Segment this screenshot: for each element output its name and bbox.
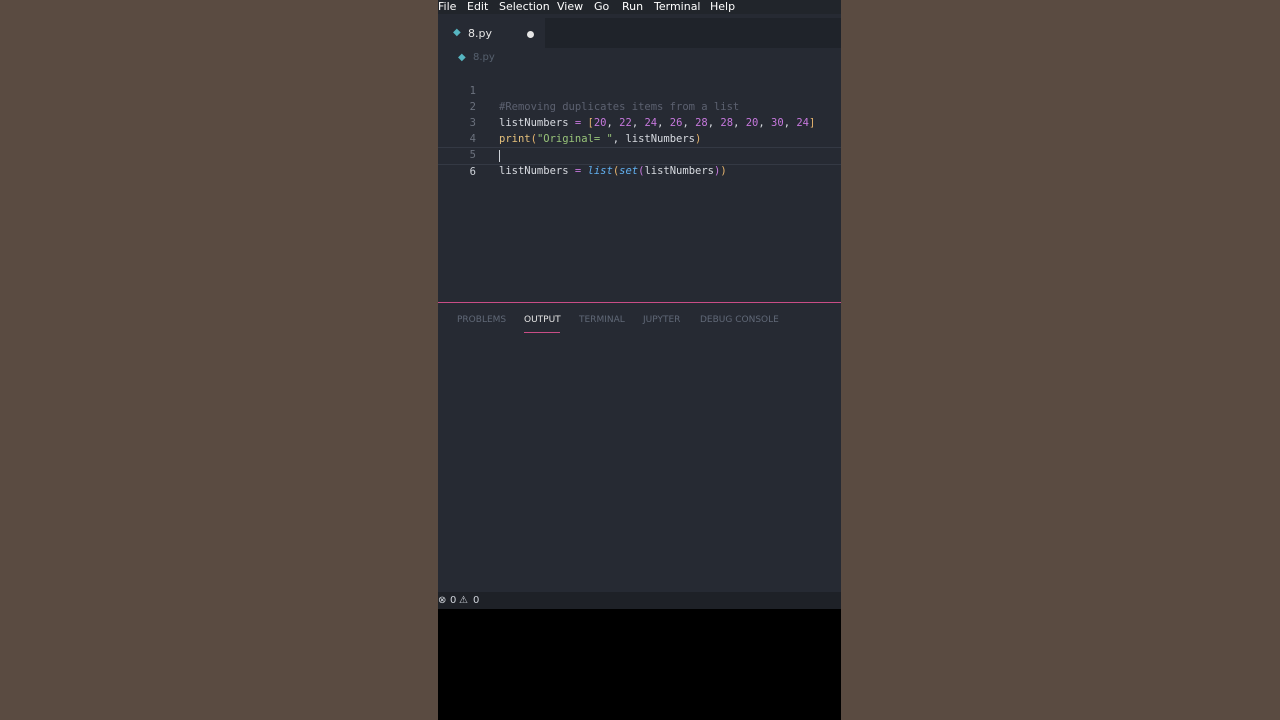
error-icon[interactable]: ⊗ xyxy=(438,592,446,609)
code-line[interactable]: 5 listNumbers = list(set(listNumbers)) xyxy=(438,131,841,177)
code-line[interactable]: 4 xyxy=(438,115,841,145)
menu-selection[interactable]: Selection xyxy=(499,0,550,13)
python-file-icon: ◆ xyxy=(458,52,466,63)
tab-filename: 8.py xyxy=(468,27,492,40)
text-cursor xyxy=(499,150,500,162)
menu-edit[interactable]: Edit xyxy=(467,0,488,13)
tab-output[interactable]: OUTPUT xyxy=(524,315,561,325)
bottom-panel: PROBLEMS OUTPUT TERMINAL JUPYTER DEBUG C… xyxy=(438,302,841,593)
warning-icon[interactable]: ⚠ xyxy=(459,592,468,609)
editor-tab-8py[interactable]: ◆ 8.py xyxy=(438,18,545,48)
tab-debug-console[interactable]: DEBUG CONSOLE xyxy=(700,315,779,325)
editor-tab-bar: ◆ 8.py xyxy=(438,18,841,48)
tab-problems[interactable]: PROBLEMS xyxy=(457,315,506,325)
tab-terminal[interactable]: TERMINAL xyxy=(579,315,625,325)
code-line[interactable]: 3 print("Original= ", listNumbers) xyxy=(438,99,841,145)
vscode-window: File Edit Selection View Go Run Terminal… xyxy=(438,0,841,720)
tab-jupyter[interactable]: JUPYTER xyxy=(643,315,680,325)
menu-file[interactable]: File xyxy=(438,0,456,13)
menu-go[interactable]: Go xyxy=(594,0,609,13)
unsaved-changes-dot[interactable] xyxy=(527,31,534,38)
line-number: 6 xyxy=(469,166,476,178)
code-text: listNumbers = list(set(listNumbers)) xyxy=(499,165,727,177)
video-letterbox xyxy=(438,609,841,720)
menu-help[interactable]: Help xyxy=(710,0,735,13)
menu-bar: File Edit Selection View Go Run Terminal… xyxy=(438,0,841,14)
warning-count[interactable]: 0 xyxy=(473,592,479,609)
code-line-active[interactable]: 6 xyxy=(438,147,841,178)
menu-run[interactable]: Run xyxy=(622,0,643,13)
menu-view[interactable]: View xyxy=(557,0,583,13)
code-editor[interactable]: 1 #Removing duplicates items from a list… xyxy=(438,67,841,301)
breadcrumb-filename: 8.py xyxy=(473,52,495,63)
python-file-icon: ◆ xyxy=(453,27,461,38)
error-count[interactable]: 0 xyxy=(450,592,456,609)
status-bar: ⊗ 0 ⚠ 0 xyxy=(438,592,841,609)
menu-terminal[interactable]: Terminal xyxy=(654,0,701,13)
code-line[interactable]: 1 #Removing duplicates items from a list xyxy=(438,67,841,113)
active-tab-indicator xyxy=(524,332,560,333)
code-line[interactable]: 2 listNumbers = [20, 22, 24, 26, 28, 28,… xyxy=(438,83,841,129)
